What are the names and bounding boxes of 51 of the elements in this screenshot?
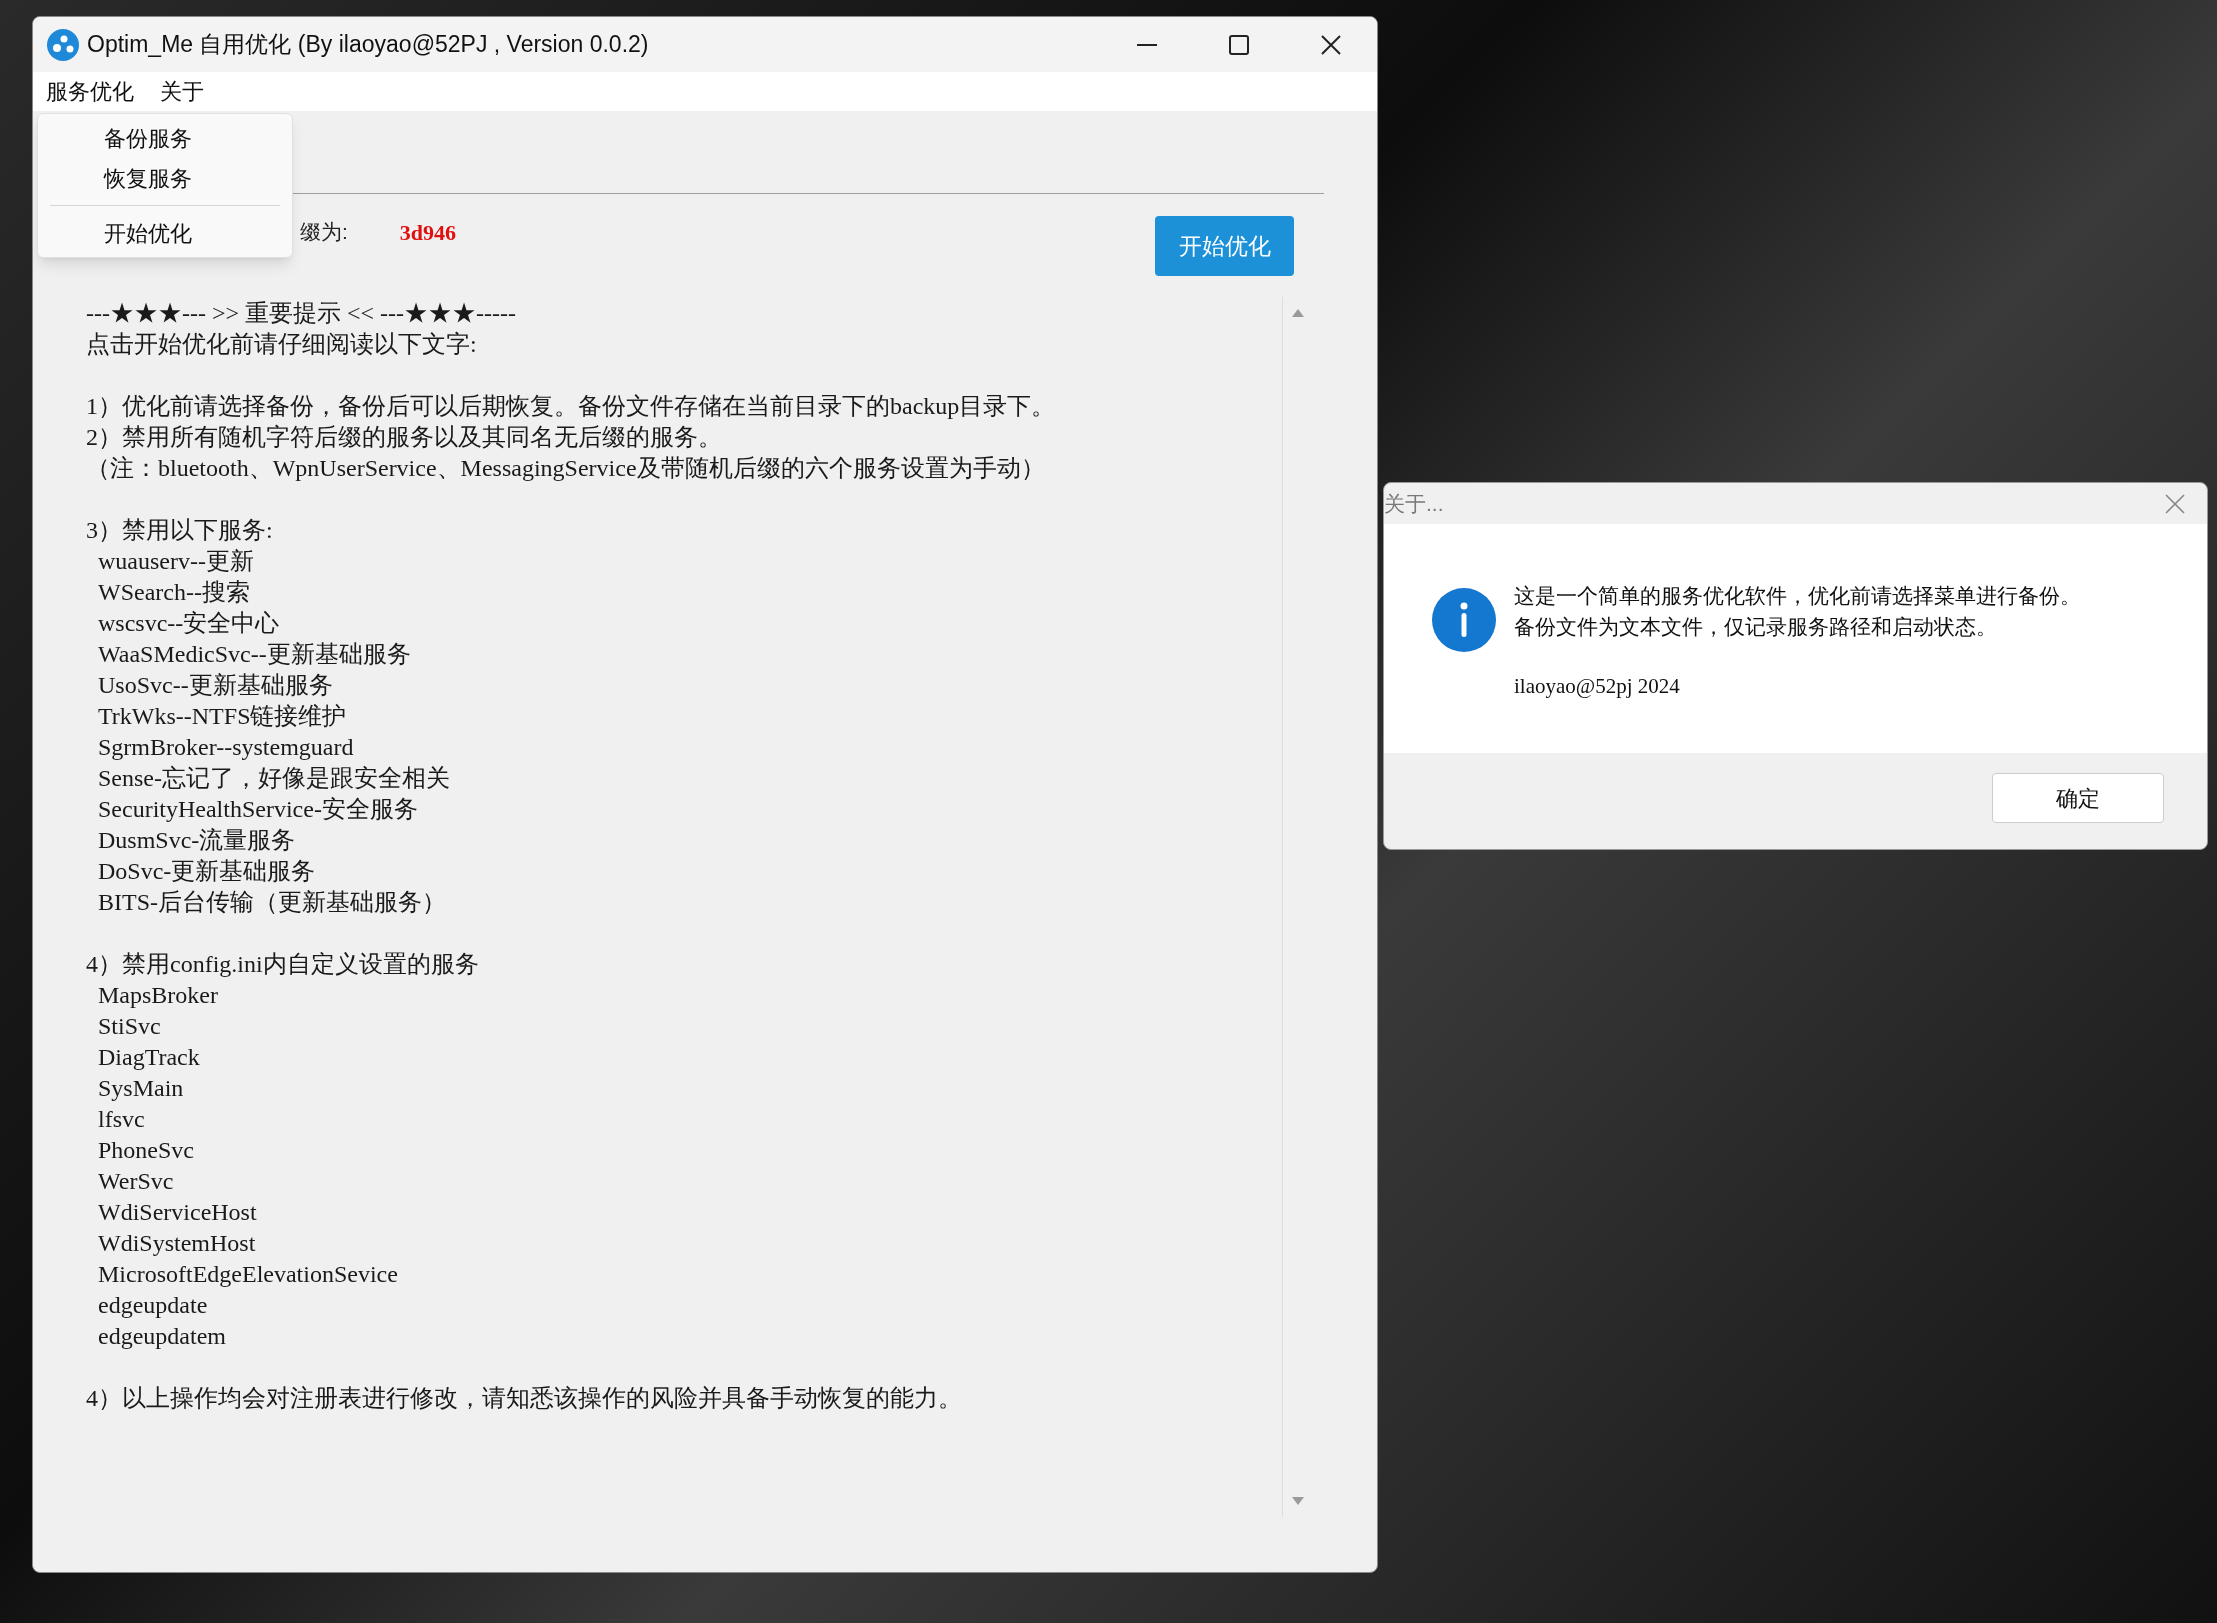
service-line: edgeupdate xyxy=(98,1291,208,1320)
service-line: wscsvc--安全中心 xyxy=(98,609,280,638)
service-line: DoSvc-更新基础服务 xyxy=(98,857,316,886)
app-logo-icon xyxy=(47,28,79,61)
dialog-credit: ilaoyao@52pj 2024 xyxy=(1514,673,1681,700)
service-line: SecurityHealthService-安全服务 xyxy=(98,795,418,824)
dialog-message: 备份文件为文本文件，仅记录服务路径和启动状态。 xyxy=(1514,614,1998,640)
service-line: WdiSystemHost xyxy=(98,1229,256,1258)
service-line: WaaSMedicSvc--更新基础服务 xyxy=(98,640,411,669)
notice-line: 2）禁用所有随机字符后缀的服务以及其同名无后缀的服务。 xyxy=(86,423,722,452)
suffix-label: 缀为: xyxy=(300,219,348,245)
scroll-down-icon[interactable] xyxy=(1291,1497,1304,1505)
service-line: UsoSvc--更新基础服务 xyxy=(98,671,333,700)
notice-line: 1）优化前请选择备份，备份后可以后期恢复。备份文件存储在当前目录下的backup目录下。 xyxy=(86,392,1056,421)
info-icon xyxy=(1432,588,1496,652)
notice-line: ---★★★--- >> 重要提示 << ---★★★----- xyxy=(86,299,517,328)
service-line: WerSvc xyxy=(98,1167,174,1196)
notice-line: 点击开始优化前请仔细阅读以下文字: xyxy=(86,330,477,359)
service-line: SysMain xyxy=(98,1074,184,1103)
dropdown-item[interactable]: 备份服务 xyxy=(38,118,292,158)
close-icon xyxy=(1321,34,1341,55)
service-line: wuauserv--更新 xyxy=(98,547,254,576)
service-line: StiSvc xyxy=(98,1012,161,1041)
service-line: DusmSvc-流量服务 xyxy=(98,826,296,855)
service-line: DiagTrack xyxy=(98,1043,200,1072)
ok-button[interactable]: 确定 xyxy=(1992,773,2164,823)
scroll-up-icon[interactable] xyxy=(1291,309,1304,317)
window-title: Optim_Me 自用优化 (By ilaoyao@52PJ , Version 0.0.2) xyxy=(87,30,649,60)
close-icon xyxy=(2165,493,2185,514)
dropdown-item[interactable]: 开始优化 xyxy=(38,213,292,253)
service-line: edgeupdatem xyxy=(98,1322,226,1351)
service-line: WSearch--搜索 xyxy=(98,578,250,607)
maximize-icon xyxy=(1229,34,1249,55)
service-line: SgrmBroker--systemguard xyxy=(98,733,354,762)
suffix-value: 3d946 xyxy=(399,219,457,247)
service-line: MapsBroker xyxy=(98,981,218,1010)
service-line: WdiServiceHost xyxy=(98,1198,257,1227)
notice-line: （注：bluetooth、WpnUserService、MessagingService及带随机后缀的六个服务设置为手动） xyxy=(86,454,1045,483)
notice-line: 3）禁用以下服务: xyxy=(86,516,273,545)
dropdown-item[interactable]: 恢复服务 xyxy=(38,158,292,198)
service-line: TrkWks--NTFS链接维护 xyxy=(98,702,347,731)
service-line: Sense-忘记了，好像是跟安全相关 xyxy=(98,764,450,793)
service-line: MicrosoftEdgeElevationSevice xyxy=(98,1260,398,1289)
service-line: PhoneSvc xyxy=(98,1136,194,1165)
service-line: lfsvc xyxy=(98,1105,145,1134)
dialog-title: 关于... xyxy=(1384,490,1444,517)
minimize-icon xyxy=(1137,43,1157,46)
notice-line: 4）以上操作均会对注册表进行修改，请知悉该操作的风险并具备手动恢复的能力。 xyxy=(86,1384,962,1413)
dialog-message: 这是一个简单的服务优化软件，优化前请选择菜单进行备份。 xyxy=(1514,583,2081,609)
service-line: BITS-后台传输（更新基础服务） xyxy=(98,888,446,917)
notice-line: 4）禁用config.ini内自定义设置的服务 xyxy=(86,950,479,979)
